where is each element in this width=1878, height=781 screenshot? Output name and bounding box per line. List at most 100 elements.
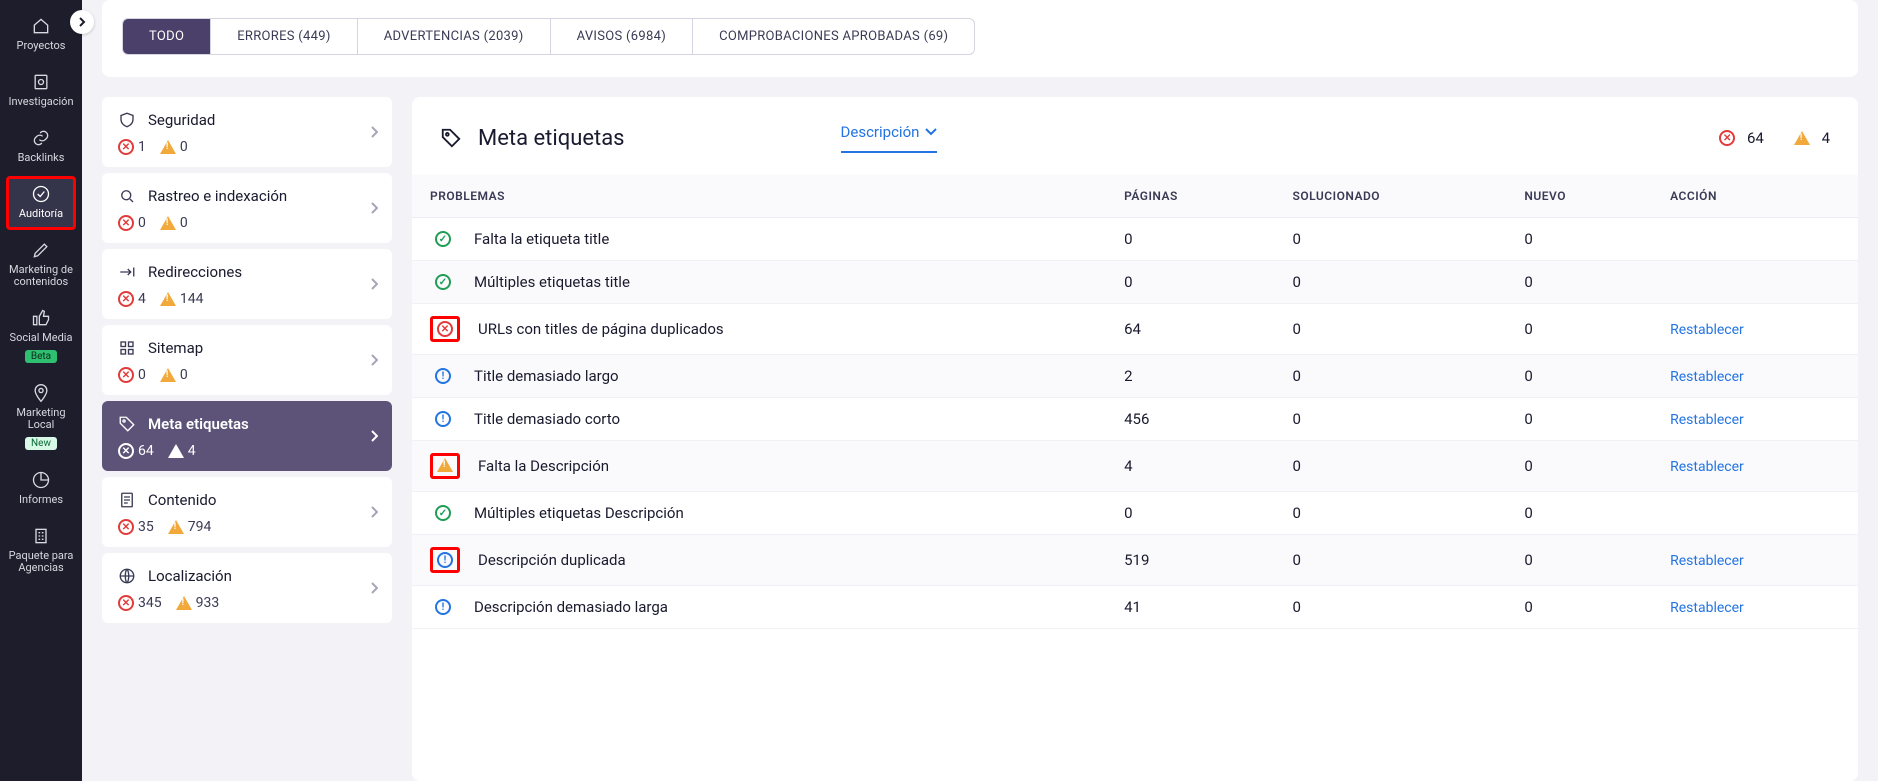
tab-errores[interactable]: ERRORES (449) — [211, 19, 358, 54]
error-count: ✕345 — [118, 595, 162, 611]
nav-label: Social Media — [10, 332, 73, 344]
status-info-icon: ! — [430, 411, 456, 427]
chevron-right-icon — [370, 202, 378, 214]
nav-label: Informes — [19, 494, 63, 506]
solved-count: 0 — [1275, 586, 1507, 629]
category-localización[interactable]: Localización ✕345 933 — [102, 553, 392, 623]
nav-item-paquete-para-agencias[interactable]: Paquete para Agencias — [6, 518, 76, 584]
pages-count: 41 — [1106, 586, 1274, 629]
tabs-container: TODOERRORES (449)ADVERTENCIAS (2039)AVIS… — [102, 0, 1858, 77]
category-rastreo-e-indexación[interactable]: Rastreo e indexación ✕0 0 — [102, 173, 392, 243]
panel-title: Meta etiquetas — [478, 126, 625, 151]
left-nav: Proyectos Investigación Backlinks Audito… — [0, 0, 82, 781]
filter-label: Descripción — [841, 123, 920, 141]
issues-panel: Meta etiquetas Descripción ✕ 64 4 PROBLE… — [412, 97, 1858, 781]
new-count: 0 — [1506, 492, 1652, 535]
main-area: TODOERRORES (449)ADVERTENCIAS (2039)AVIS… — [82, 0, 1878, 781]
status-ok-icon: ✓ — [430, 505, 456, 521]
category-title: Redirecciones — [148, 263, 242, 281]
nav-item-social-media[interactable]: Social Media Beta — [6, 300, 76, 373]
column-páginas: PÁGINAS — [1106, 175, 1274, 218]
status-info-icon: ! — [430, 599, 456, 615]
nav-item-marketing-local[interactable]: Marketing Local New — [6, 375, 76, 460]
new-count: 0 — [1506, 586, 1652, 629]
category-title: Seguridad — [148, 111, 215, 129]
building-icon — [31, 526, 51, 546]
nav-label: Marketing Local — [8, 407, 74, 431]
filter-dropdown[interactable]: Descripción — [841, 123, 938, 153]
reset-action[interactable]: Restablecer — [1670, 412, 1744, 428]
nav-label: Paquete para Agencias — [8, 550, 74, 574]
nav-label: Marketing de contenidos — [8, 264, 74, 288]
reset-action[interactable]: Restablecer — [1670, 600, 1744, 616]
tab-advertencias[interactable]: ADVERTENCIAS (2039) — [358, 19, 551, 54]
category-title: Sitemap — [148, 339, 203, 357]
new-count: 0 — [1506, 261, 1652, 304]
table-row[interactable]: Falta la Descripción 4 0 0 Restablecer — [412, 441, 1858, 492]
table-row[interactable]: ! Title demasiado corto 456 0 0 Restable… — [412, 398, 1858, 441]
nav-item-auditoría[interactable]: Auditoría — [6, 176, 76, 230]
warn-count: 0 — [160, 139, 188, 155]
error-count: ✕1 — [118, 139, 146, 155]
category-contenido[interactable]: Contenido ✕35 794 — [102, 477, 392, 547]
tab-comprobaciones[interactable]: COMPROBACIONES APROBADAS (69) — [693, 19, 974, 54]
problem-name: Múltiples etiquetas Descripción — [474, 504, 684, 522]
reset-action[interactable]: Restablecer — [1670, 322, 1744, 338]
pages-count: 0 — [1106, 261, 1274, 304]
tag-icon — [118, 415, 136, 433]
tag-icon — [440, 127, 462, 149]
error-count: ✕0 — [118, 367, 146, 383]
check-circle-icon — [31, 184, 51, 204]
search-doc-icon — [31, 72, 51, 92]
nav-item-marketing-de-contenidos[interactable]: Marketing de contenidos — [6, 232, 76, 298]
nav-item-proyectos[interactable]: Proyectos — [6, 8, 76, 62]
category-redirecciones[interactable]: Redirecciones ✕4 144 — [102, 249, 392, 319]
status-ok-icon: ✓ — [430, 274, 456, 290]
table-row[interactable]: ✓ Múltiples etiquetas Descripción 0 0 0 — [412, 492, 1858, 535]
nav-item-informes[interactable]: Informes — [6, 462, 76, 516]
doc-icon — [118, 491, 136, 509]
category-meta-etiquetas[interactable]: Meta etiquetas ✕64 4 — [102, 401, 392, 471]
pages-count: 2 — [1106, 355, 1274, 398]
tab-todo[interactable]: TODO — [123, 19, 211, 54]
status-info-icon: ! — [430, 368, 456, 384]
category-title: Contenido — [148, 491, 216, 509]
error-count: ✕35 — [118, 519, 154, 535]
new-count: 0 — [1506, 535, 1652, 586]
solved-count: 0 — [1275, 535, 1507, 586]
chevron-right-icon — [370, 582, 378, 594]
warn-count: 0 — [160, 367, 188, 383]
table-row[interactable]: ✓ Falta la etiqueta title 0 0 0 — [412, 218, 1858, 261]
solved-count: 0 — [1275, 261, 1507, 304]
nav-label: Backlinks — [18, 152, 65, 164]
thumbs-up-icon — [31, 308, 51, 328]
shield-icon — [118, 111, 136, 129]
new-count: 0 — [1506, 398, 1652, 441]
nav-badge: Beta — [25, 350, 57, 363]
solved-count: 0 — [1275, 304, 1507, 355]
table-row[interactable]: ! Descripción duplicada 519 0 0 Restable… — [412, 535, 1858, 586]
summary-errors: ✕ 64 — [1719, 129, 1764, 147]
tab-avisos[interactable]: AVISOS (6984) — [551, 19, 693, 54]
nav-item-backlinks[interactable]: Backlinks — [6, 120, 76, 174]
table-row[interactable]: ! Descripción demasiado larga 41 0 0 Res… — [412, 586, 1858, 629]
expand-nav-button[interactable] — [70, 10, 94, 34]
table-row[interactable]: ! Title demasiado largo 2 0 0 Restablece… — [412, 355, 1858, 398]
chevron-right-icon — [370, 430, 378, 442]
chevron-right-icon — [370, 506, 378, 518]
table-row[interactable]: ✕ URLs con titles de página duplicados 6… — [412, 304, 1858, 355]
reset-action[interactable]: Restablecer — [1670, 553, 1744, 569]
warn-count: 144 — [160, 291, 204, 307]
reset-action[interactable]: Restablecer — [1670, 459, 1744, 475]
new-count: 0 — [1506, 355, 1652, 398]
table-row[interactable]: ✓ Múltiples etiquetas title 0 0 0 — [412, 261, 1858, 304]
reset-action[interactable]: Restablecer — [1670, 369, 1744, 385]
home-icon — [31, 16, 51, 36]
category-seguridad[interactable]: Seguridad ✕1 0 — [102, 97, 392, 167]
pages-count: 456 — [1106, 398, 1274, 441]
nav-label: Proyectos — [17, 40, 66, 52]
nav-label: Auditoría — [19, 208, 63, 220]
nav-item-investigación[interactable]: Investigación — [6, 64, 76, 118]
pages-count: 4 — [1106, 441, 1274, 492]
category-sitemap[interactable]: Sitemap ✕0 0 — [102, 325, 392, 395]
